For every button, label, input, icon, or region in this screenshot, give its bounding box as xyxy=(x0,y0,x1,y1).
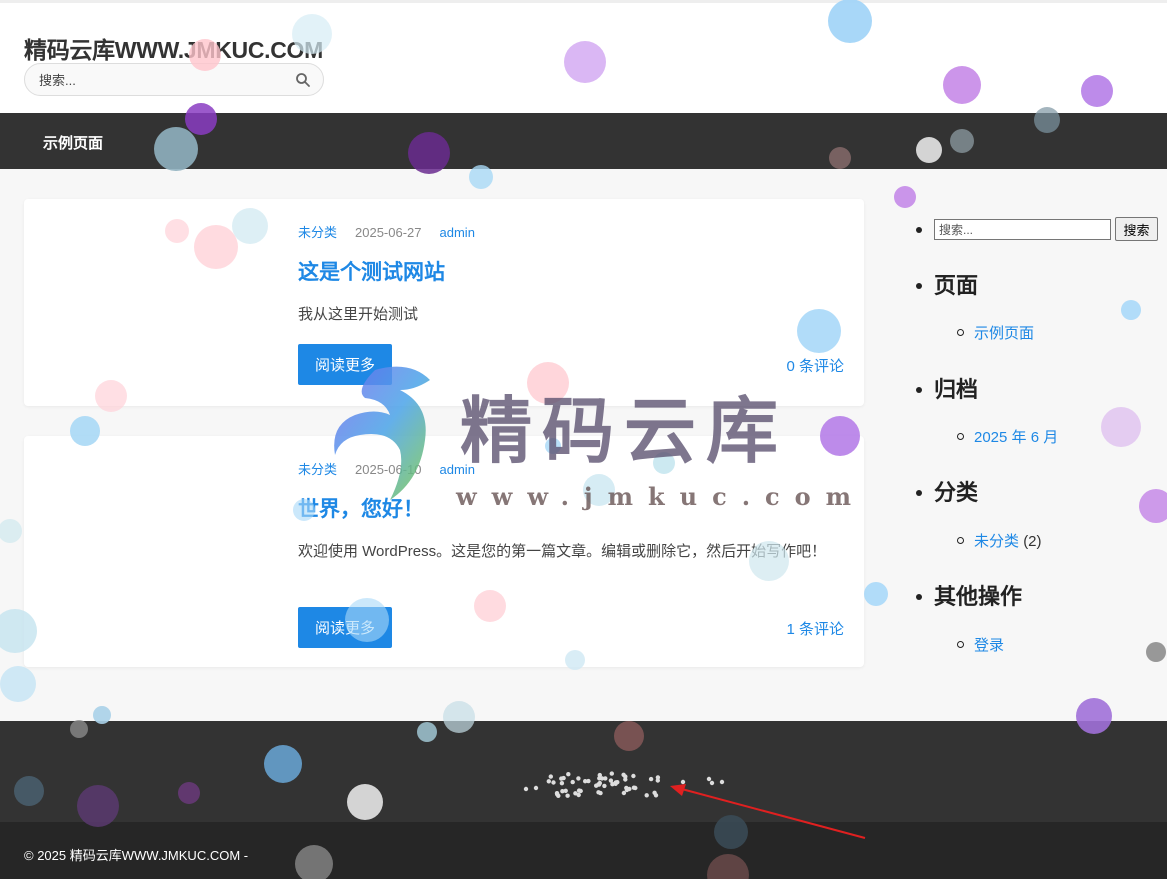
main-nav: 示例页面 xyxy=(0,113,1167,169)
decorative-bubble xyxy=(1101,407,1141,447)
decorative-bubble xyxy=(0,519,22,543)
decorative-bubble xyxy=(1139,489,1167,523)
post-date[interactable]: 2025-06-10 xyxy=(355,462,422,477)
site-title[interactable]: 精码云库WWW.JMKUC.COM xyxy=(24,31,323,65)
list-bullet xyxy=(957,329,964,336)
post-card: 未分类 2025-06-27 admin 这是个测试网站 我从这里开始测试 阅读更多… xyxy=(24,199,864,406)
read-more-button[interactable]: 阅读更多 xyxy=(298,607,392,648)
post-category-link[interactable]: 未分类 xyxy=(298,225,337,240)
sidebar-link-sample-page[interactable]: 示例页面 xyxy=(974,322,1034,343)
decorative-bubble xyxy=(864,582,888,606)
site-header: 精码云库WWW.JMKUC.COM xyxy=(0,0,1167,113)
meta-widget-title: 其他操作 xyxy=(934,584,1023,609)
post-excerpt: 我从这里开始测试 xyxy=(298,306,419,323)
search-icon[interactable] xyxy=(295,72,311,88)
post-category-link[interactable]: 未分类 xyxy=(298,462,337,477)
list-bullet xyxy=(916,227,922,233)
post-title[interactable]: 世界，您好！ xyxy=(298,493,424,523)
list-bullet xyxy=(957,537,964,544)
post-excerpt: 欢迎使用 WordPress。这是您的第一篇文章。编辑或删除它，然后开始写作吧！ xyxy=(298,543,827,560)
list-bullet xyxy=(916,594,922,600)
header-search-input[interactable] xyxy=(39,70,289,90)
list-bullet xyxy=(916,490,922,496)
list-bullet xyxy=(957,433,964,440)
sidebar-link-archive[interactable]: 2025 年 6 月 xyxy=(974,426,1058,447)
post-meta: 未分类 2025-06-10 admin xyxy=(298,459,475,478)
pages-widget-title: 页面 xyxy=(934,273,979,298)
copyright-text: © 2025 精码云库WWW.JMKUC.COM - xyxy=(24,848,249,863)
post-meta: 未分类 2025-06-27 admin xyxy=(298,222,475,241)
list-bullet xyxy=(916,283,922,289)
header-search-form xyxy=(24,63,324,96)
footer-widgets-area xyxy=(0,721,1167,822)
sidebar-category-item: 未分类 (2) xyxy=(974,530,1042,551)
decorative-bubble xyxy=(894,186,916,208)
sidebar-search-input[interactable] xyxy=(934,219,1111,240)
post-author-link[interactable]: admin xyxy=(440,225,475,240)
comments-link[interactable]: 1 条评论 xyxy=(786,618,844,639)
sidebar-link-category[interactable]: 未分类 xyxy=(974,533,1019,550)
decorative-bubble xyxy=(0,666,36,702)
list-bullet xyxy=(916,387,922,393)
categories-widget-title: 分类 xyxy=(934,480,979,505)
comments-link[interactable]: 0 条评论 xyxy=(786,355,844,376)
site-footer: © 2025 精码云库WWW.JMKUC.COM - xyxy=(0,822,1167,879)
sidebar-link-login[interactable]: 登录 xyxy=(974,634,1004,655)
archives-widget-title: 归档 xyxy=(934,377,979,402)
post-title[interactable]: 这是个测试网站 xyxy=(298,256,445,286)
decorative-bubble xyxy=(1121,300,1141,320)
post-author-link[interactable]: admin xyxy=(440,462,475,477)
category-count: (2) xyxy=(1023,533,1042,550)
read-more-button[interactable]: 阅读更多 xyxy=(298,344,392,385)
nav-item-sample-page[interactable]: 示例页面 xyxy=(43,132,103,153)
list-bullet xyxy=(957,641,964,648)
post-card: 未分类 2025-06-10 admin 世界，您好！ 欢迎使用 WordPress… xyxy=(24,436,864,667)
decorative-bubble xyxy=(1146,642,1166,662)
sidebar-search-button[interactable]: 搜索 xyxy=(1115,217,1158,241)
post-date[interactable]: 2025-06-27 xyxy=(355,225,422,240)
